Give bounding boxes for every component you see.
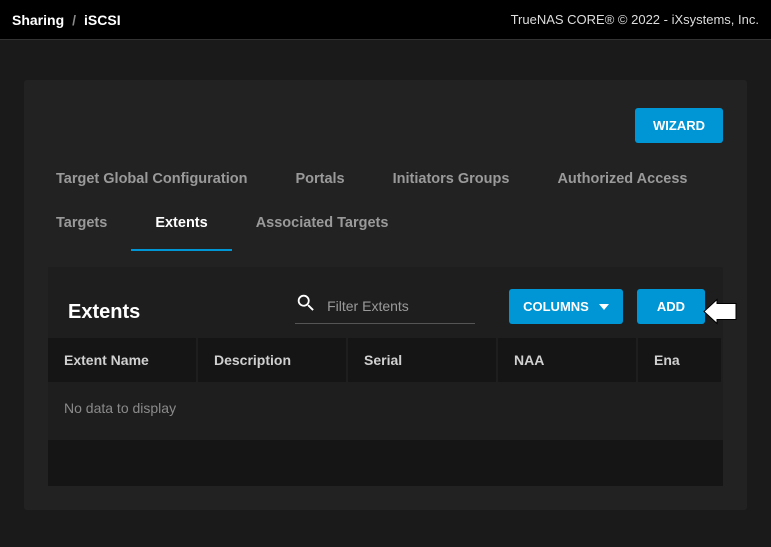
filter-field[interactable] xyxy=(295,292,475,324)
columns-button-label: COLUMNS xyxy=(523,299,589,314)
wizard-button[interactable]: WIZARD xyxy=(635,108,723,143)
col-description[interactable]: Description xyxy=(198,338,348,382)
tab-targets[interactable]: Targets xyxy=(56,207,107,239)
table-empty-text: No data to display xyxy=(48,382,723,434)
table-header-row: Extent Name Description Serial NAA Ena xyxy=(48,338,723,382)
arrow-left-icon xyxy=(703,298,737,329)
table-footer xyxy=(48,440,723,486)
tab-associated[interactable]: Associated Targets xyxy=(256,207,389,239)
add-button[interactable]: ADD xyxy=(637,289,705,324)
main-card: WIZARD Target Global Configuration Porta… xyxy=(24,80,747,510)
copyright-text: TrueNAS CORE® © 2022 - iXsystems, Inc. xyxy=(511,12,759,27)
breadcrumb: Sharing / iSCSI xyxy=(12,12,121,28)
search-icon xyxy=(295,292,317,319)
tab-portals[interactable]: Portals xyxy=(295,163,344,195)
top-bar: Sharing / iSCSI TrueNAS CORE® © 2022 - i… xyxy=(0,0,771,40)
col-serial[interactable]: Serial xyxy=(348,338,498,382)
breadcrumb-root[interactable]: Sharing xyxy=(12,12,64,28)
extents-panel: Extents COLUMNS ADD Extent xyxy=(48,267,723,486)
breadcrumb-separator: / xyxy=(72,12,76,28)
section-title: Extents xyxy=(66,301,140,324)
tab-authorized[interactable]: Authorized Access xyxy=(557,163,687,195)
filter-input[interactable] xyxy=(327,298,467,314)
col-extent-name[interactable]: Extent Name xyxy=(48,338,198,382)
extents-table: Extent Name Description Serial NAA Ena N… xyxy=(48,338,723,486)
breadcrumb-current: iSCSI xyxy=(84,12,121,28)
tab-initiators[interactable]: Initiators Groups xyxy=(393,163,510,195)
col-enabled[interactable]: Ena xyxy=(638,338,723,382)
chevron-down-icon xyxy=(599,304,609,310)
columns-button[interactable]: COLUMNS xyxy=(509,289,623,324)
tab-bar: Target Global Configuration Portals Init… xyxy=(48,163,723,239)
tab-global-config[interactable]: Target Global Configuration xyxy=(56,163,247,195)
tab-extents[interactable]: Extents xyxy=(155,207,207,239)
col-naa[interactable]: NAA xyxy=(498,338,638,382)
